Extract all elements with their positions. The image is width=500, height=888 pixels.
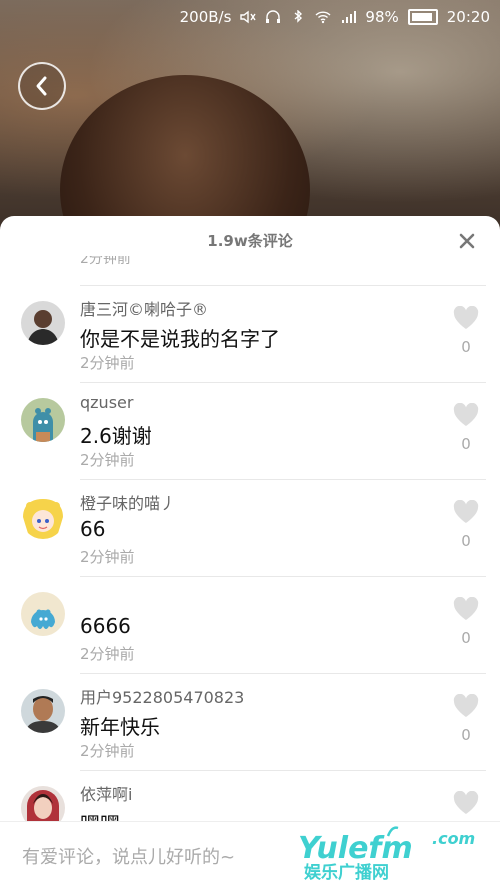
comment-row: qzuser 2.6谢谢 2分钟前 0 [0,383,500,480]
comment-row: 6666 2分钟前 0 [0,577,500,674]
heart-icon [453,790,479,814]
like-button[interactable]: 0 [452,499,480,550]
avatar[interactable] [21,301,65,345]
like-count: 0 [461,435,471,453]
like-button[interactable]: 0 [452,596,480,647]
like-count: 0 [461,532,471,550]
comment-time: 2分钟前 [80,548,135,566]
video-background [0,0,500,305]
avatar[interactable] [21,786,65,821]
comment-username[interactable]: qzuser [80,393,133,412]
battery-percent: 98% [365,8,399,26]
like-button[interactable]: 0 [452,402,480,453]
comment-count-title: 1.9w条评论 [207,232,293,250]
comment-row: 唐三河©喇哈子® 你是不是说我的名字了 2分钟前 0 [0,286,500,383]
like-count: 0 [461,726,471,744]
comment-username[interactable]: 唐三河©喇哈子® [80,296,208,320]
comment-time: 2分钟前 [80,451,135,469]
bluetooth-icon [294,10,303,23]
close-button[interactable] [456,230,478,252]
watermark-brand: Yulefm [298,831,413,866]
watermark-suffix: .com [432,829,475,848]
heart-icon [453,499,479,523]
comment-row: 用户9522805470823 新年快乐 2分钟前 0 [0,674,500,771]
comment-text: 2.6谢谢 [80,424,152,448]
comment-username[interactable]: 橙子味的喵丿 [80,490,176,514]
clock: 20:20 [446,8,490,26]
previous-comment-time: 2分钟前 [80,256,131,267]
status-bar: 200B/s 98% 20:20 [0,0,500,36]
signal-icon [342,11,357,23]
wifi-icon [315,11,331,24]
avatar[interactable] [21,689,65,733]
heart-icon [453,693,479,717]
like-count: 0 [461,338,471,356]
chevron-left-icon [36,76,47,96]
watermark-cn: 娱乐广播网 [304,862,389,882]
back-button[interactable] [18,62,66,110]
comment-input-bar[interactable]: 有爱评论，说点儿好听的~ Yulefm .com 娱乐广播网 [0,821,500,888]
like-button[interactable]: 0 [452,693,480,744]
avatar[interactable] [21,592,65,636]
comment-text: 你是不是说我的名字了 [80,327,280,351]
headphones-icon [266,10,281,23]
net-speed: 200B/s [179,8,232,26]
comment-text: 新年快乐 [80,715,160,739]
comment-text: 6666 [80,614,131,638]
comment-input-placeholder[interactable]: 有爱评论，说点儿好听的~ [22,843,235,869]
comments-panel: 1.9w条评论 2分钟前 唐三河©喇哈子® 你是不是说我的名字了 2分钟前 0 … [0,216,500,888]
avatar[interactable] [21,495,65,539]
like-button[interactable] [452,790,480,819]
mute-icon [240,10,257,24]
close-icon [459,233,475,249]
comment-time: 2分钟前 [80,645,135,663]
yulefm-watermark: Yulefm .com 娱乐广播网 [298,826,475,882]
like-button[interactable]: 0 [452,305,480,356]
comment-list[interactable]: 2分钟前 唐三河©喇哈子® 你是不是说我的名字了 2分钟前 0 qzuser 2… [0,256,500,821]
comment-text: 66 [80,517,106,541]
comment-username[interactable]: 依萍啊i [80,781,132,805]
comment-row: 依萍啊i 嘿嘿 [0,771,500,821]
comment-time: 2分钟前 [80,742,135,760]
like-count: 0 [461,629,471,647]
comment-time: 2分钟前 [80,354,135,372]
comment-username[interactable]: 用户9522805470823 [80,684,244,708]
avatar[interactable] [21,398,65,442]
heart-icon [453,596,479,620]
battery-icon [407,9,438,25]
heart-icon [453,402,479,426]
comment-text: 嘿嘿 [80,808,120,821]
comment-row: 橙子味的喵丿 66 2分钟前 0 [0,480,500,577]
heart-icon [453,305,479,329]
